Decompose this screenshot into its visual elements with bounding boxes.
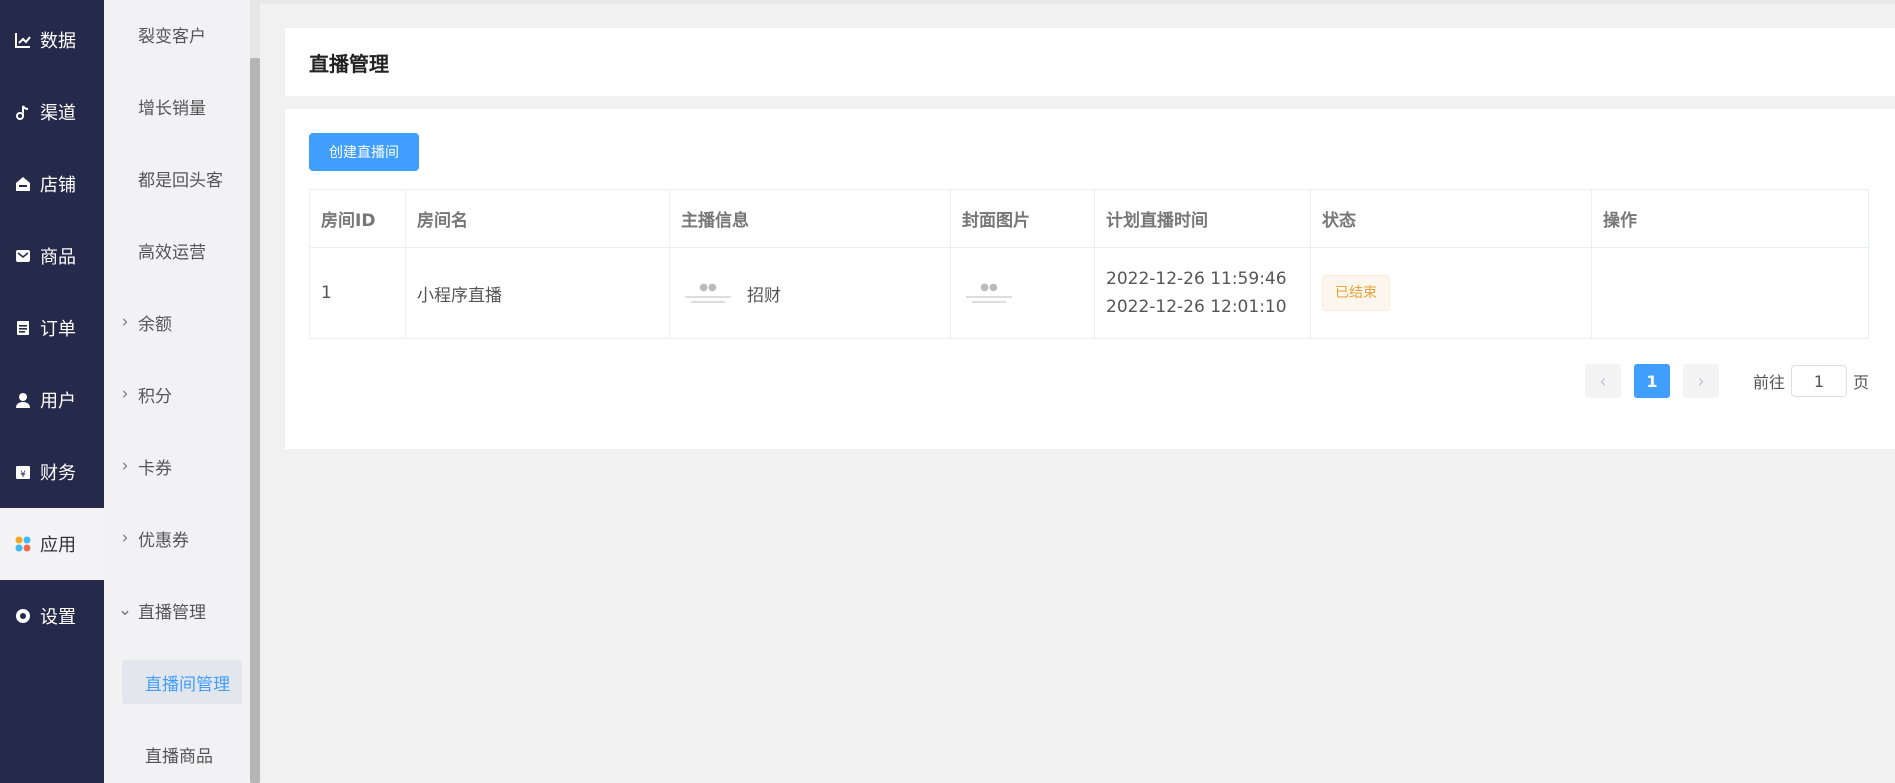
- menu-item-growth[interactable]: 增长销量: [104, 84, 250, 128]
- nav-item-label: 设置: [40, 607, 76, 628]
- cell-room-name: 小程序直播: [406, 248, 670, 338]
- cell-actions: [1592, 248, 1868, 338]
- content-card: 创建直播间 房间ID 房间名 主播信息 封面图片 计划直播时间 状态 操作 1 …: [285, 109, 1895, 449]
- menu-item-label: 直播商品: [145, 746, 213, 767]
- column-header[interactable]: 操作: [1592, 190, 1868, 247]
- table-row[interactable]: 1 小程序直播 ●● 招财 ●● 2022-12-26 11:59:46 202…: [310, 248, 1868, 338]
- chevron-right-icon: ›: [1697, 370, 1705, 392]
- music-note-icon: [13, 102, 33, 122]
- menu-item-points[interactable]: › 积分: [104, 372, 250, 416]
- chevron-right-icon: ›: [121, 528, 129, 548]
- plan-start-time: 2022-12-26 11:59:46: [1106, 269, 1287, 289]
- goto-page-input[interactable]: [1791, 365, 1848, 397]
- nav-item-label: 渠道: [40, 103, 76, 124]
- menu-item-label: 优惠券: [138, 530, 189, 551]
- menu-item-label: 直播间管理: [145, 674, 230, 695]
- column-header[interactable]: 房间名: [406, 190, 670, 247]
- sidebar-scrollbar-thumb[interactable]: [250, 58, 260, 783]
- menu-item-fission[interactable]: 裂变客户: [104, 12, 250, 56]
- nav-item-apps[interactable]: 应用: [0, 508, 104, 580]
- menu-item-cards[interactable]: › 卡券: [104, 444, 250, 488]
- menu-item-label: 增长销量: [138, 98, 206, 119]
- menu-item-label: 都是回头客: [138, 170, 223, 191]
- nav-item-label: 商品: [40, 247, 76, 268]
- cover-image: ●●: [962, 275, 1016, 311]
- user-icon: [13, 390, 33, 410]
- page-number-current[interactable]: 1: [1634, 364, 1670, 398]
- menu-item-label: 裂变客户: [138, 26, 206, 47]
- column-header[interactable]: 状态: [1311, 190, 1592, 247]
- finance-icon: ¥: [13, 462, 33, 482]
- menu-item-label: 卡券: [138, 458, 172, 479]
- nav-item-settings[interactable]: 设置: [0, 580, 104, 652]
- nav-item-label: 店铺: [40, 175, 76, 196]
- wechat-icon: ●●: [699, 282, 717, 293]
- column-header[interactable]: 主播信息: [670, 190, 951, 247]
- live-room-table: 房间ID 房间名 主播信息 封面图片 计划直播时间 状态 操作 1 小程序直播 …: [309, 189, 1869, 339]
- anchor-avatar-image: ●●: [681, 275, 735, 311]
- nav-item-data[interactable]: 数据: [0, 4, 104, 76]
- nav-item-label: 应用: [40, 535, 76, 556]
- nav-item-channel[interactable]: 渠道: [0, 76, 104, 148]
- nav-item-finance[interactable]: ¥ 财务: [0, 436, 104, 508]
- settings-icon: [13, 606, 33, 626]
- prev-page-button[interactable]: ‹: [1585, 364, 1621, 398]
- cell-room-id: 1: [310, 248, 406, 338]
- nav-item-label: 订单: [40, 319, 76, 340]
- column-header[interactable]: 计划直播时间: [1095, 190, 1311, 247]
- nav-item-goods[interactable]: 商品: [0, 220, 104, 292]
- nav-item-label: 财务: [40, 463, 76, 484]
- mail-icon: [13, 246, 33, 266]
- menu-item-label: 直播管理: [138, 602, 206, 623]
- menu-item-live-rooms[interactable]: 直播间管理: [122, 660, 242, 704]
- menu-item-label: 高效运营: [138, 242, 206, 263]
- cell-status: 已结束: [1311, 248, 1592, 338]
- pagination: ‹ 1 › 前往 页: [1585, 364, 1869, 398]
- goto-page: 前往 页: [1753, 365, 1869, 397]
- chevron-down-icon: ⌄: [117, 600, 133, 620]
- menu-item-returning[interactable]: 都是回头客: [104, 156, 250, 200]
- top-strip: [260, 0, 1895, 4]
- cell-plan-time: 2022-12-26 11:59:46 2022-12-26 12:01:10: [1095, 248, 1311, 338]
- page-header: 直播管理: [285, 28, 1895, 96]
- wechat-icon: ●●: [980, 282, 998, 293]
- menu-item-operations[interactable]: 高效运营: [104, 228, 250, 272]
- plan-end-time: 2022-12-26 12:01:10: [1106, 297, 1287, 317]
- next-page-button[interactable]: ›: [1683, 364, 1719, 398]
- column-header[interactable]: 封面图片: [951, 190, 1095, 247]
- menu-item-live[interactable]: ⌄ 直播管理: [104, 588, 250, 632]
- goto-prefix: 前往: [1753, 373, 1786, 392]
- chevron-right-icon: ›: [121, 312, 129, 332]
- svg-text:¥: ¥: [20, 470, 26, 480]
- anchor-name: 招财: [747, 285, 781, 306]
- status-badge: 已结束: [1322, 275, 1390, 311]
- cell-cover-image: ●●: [951, 248, 1095, 338]
- create-room-button[interactable]: 创建直播间: [309, 133, 419, 171]
- page-title: 直播管理: [309, 51, 389, 76]
- primary-sidebar: 数据 渠道 店铺 商品 订单 用户 ¥ 财务 应用 设置: [0, 0, 104, 783]
- table-header: 房间ID 房间名 主播信息 封面图片 计划直播时间 状态 操作: [310, 190, 1868, 248]
- cell-anchor-info: ●● 招财: [670, 248, 951, 338]
- chevron-right-icon: ›: [121, 384, 129, 404]
- menu-item-label: 余额: [138, 314, 172, 335]
- chart-line-icon: [13, 30, 33, 50]
- apps-icon: [13, 534, 33, 554]
- column-header[interactable]: 房间ID: [310, 190, 406, 247]
- nav-item-label: 数据: [40, 31, 76, 52]
- menu-item-live-goods[interactable]: 直播商品: [104, 732, 250, 776]
- nav-item-orders[interactable]: 订单: [0, 292, 104, 364]
- chevron-left-icon: ‹: [1599, 370, 1607, 392]
- secondary-sidebar: 裂变客户 增长销量 都是回头客 高效运营 › 余额 › 积分 › 卡券 › 优惠券 ⌄ 直…: [104, 0, 250, 783]
- clipboard-icon: [13, 318, 33, 338]
- menu-item-coupons[interactable]: › 优惠券: [104, 516, 250, 560]
- nav-item-users[interactable]: 用户: [0, 364, 104, 436]
- goto-suffix: 页: [1853, 373, 1870, 392]
- chevron-right-icon: ›: [121, 456, 129, 476]
- menu-item-balance[interactable]: › 余额: [104, 300, 250, 344]
- nav-item-label: 用户: [40, 391, 76, 412]
- menu-item-label: 积分: [138, 386, 172, 407]
- nav-item-store[interactable]: 店铺: [0, 148, 104, 220]
- store-icon: [13, 174, 33, 194]
